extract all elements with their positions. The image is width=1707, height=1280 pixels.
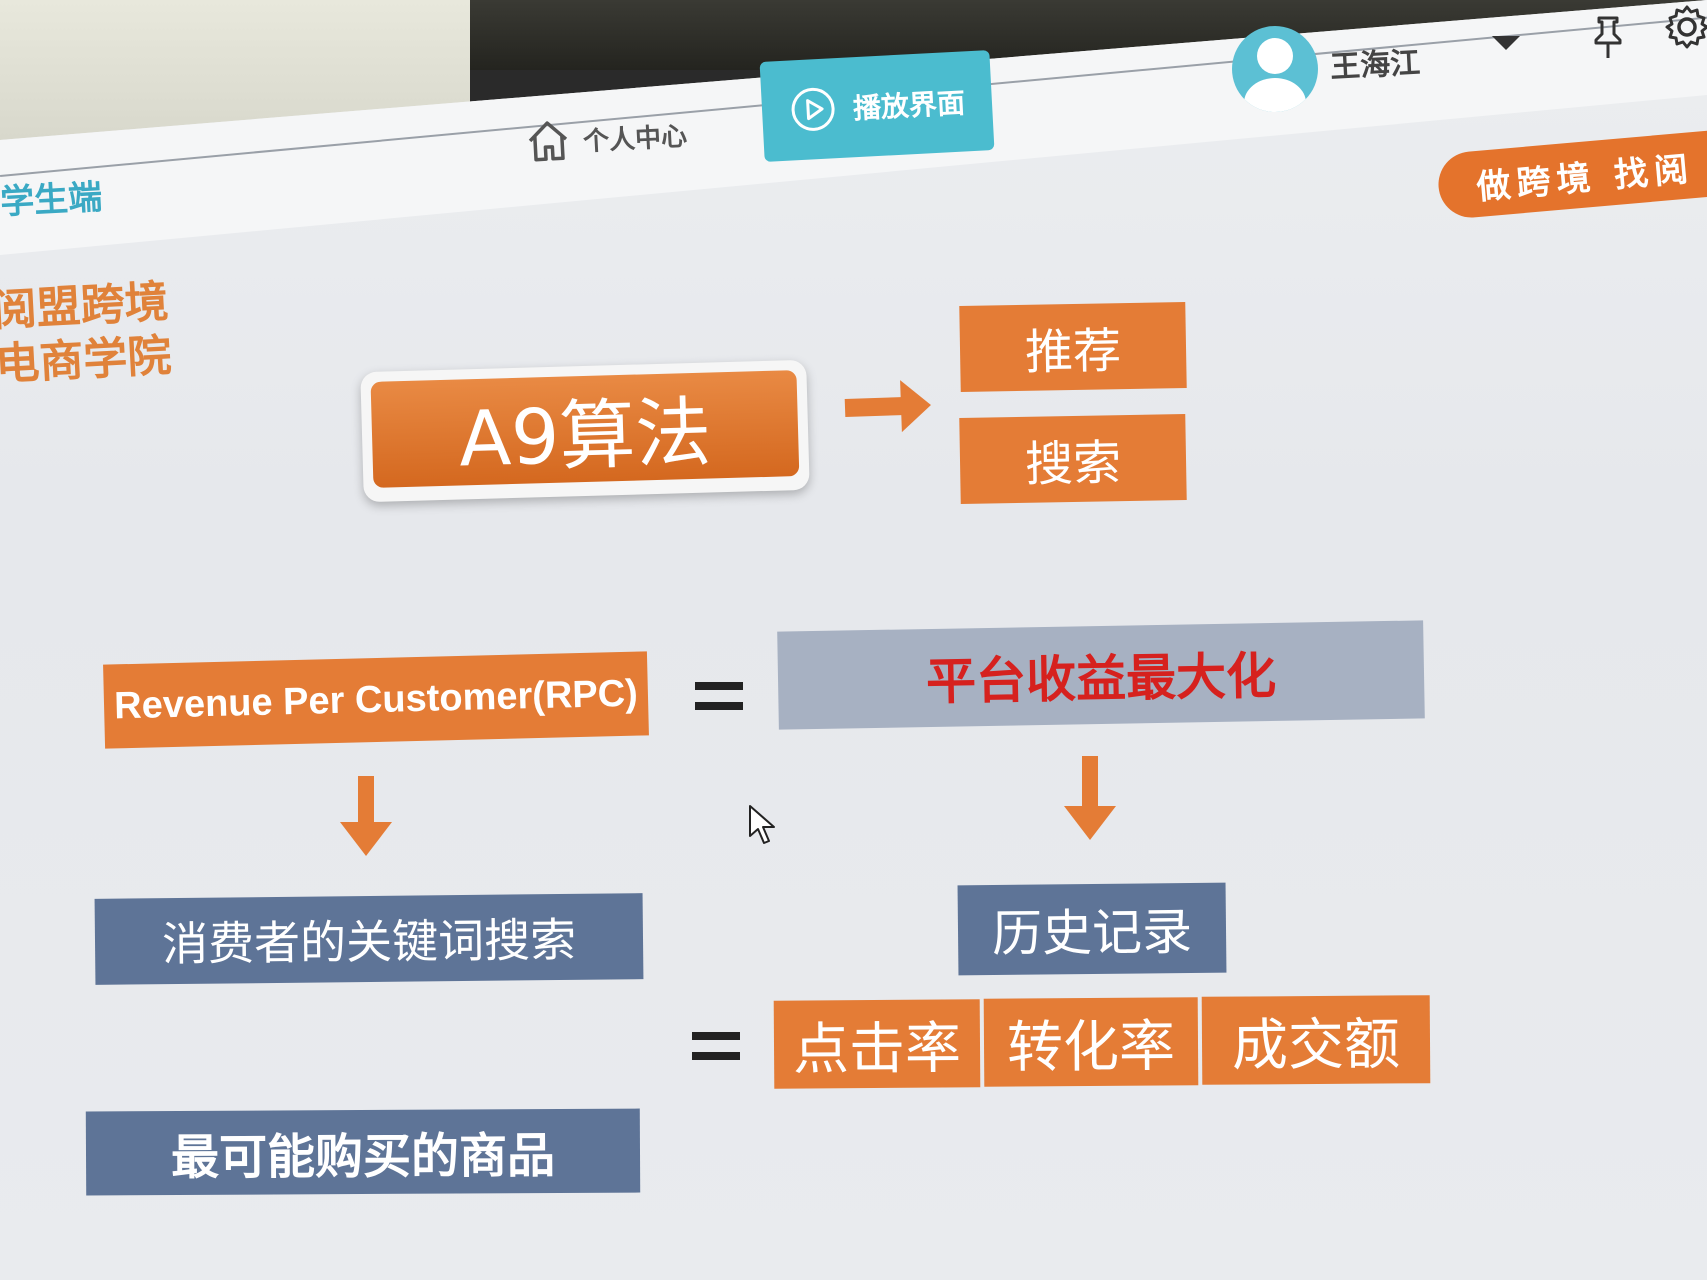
history-box: 历史记录: [957, 882, 1227, 976]
output-search: 搜索: [959, 414, 1187, 504]
metric-conversion-rate: 转化率: [983, 997, 1199, 1087]
arrow-right-icon: [844, 396, 906, 418]
goal-box: 平台收益最大化: [777, 620, 1425, 730]
rpc-box: Revenue Per Customer(RPC): [103, 651, 649, 749]
equals-sign-top: [695, 682, 743, 710]
equals-sign-bottom: [692, 1032, 740, 1060]
output-recommend: 推荐: [959, 302, 1187, 392]
algorithm-label: A9算法: [370, 370, 800, 488]
mouse-cursor-icon: [749, 805, 775, 844]
metric-gmv: 成交额: [1201, 995, 1431, 1085]
arrow-down-icon-left: [340, 776, 392, 856]
slide-content: A9算法 推荐 搜索 Revenue Per Customer(RPC) 平台收…: [0, 0, 1707, 1280]
keyword-search-box: 消费者的关键词搜索: [94, 893, 644, 985]
likely-purchase-box: 最可能购买的商品: [85, 1108, 641, 1196]
arrow-down-icon-right: [1064, 756, 1116, 840]
metric-click-rate: 点击率: [773, 999, 981, 1089]
algorithm-box: A9算法: [360, 359, 810, 503]
